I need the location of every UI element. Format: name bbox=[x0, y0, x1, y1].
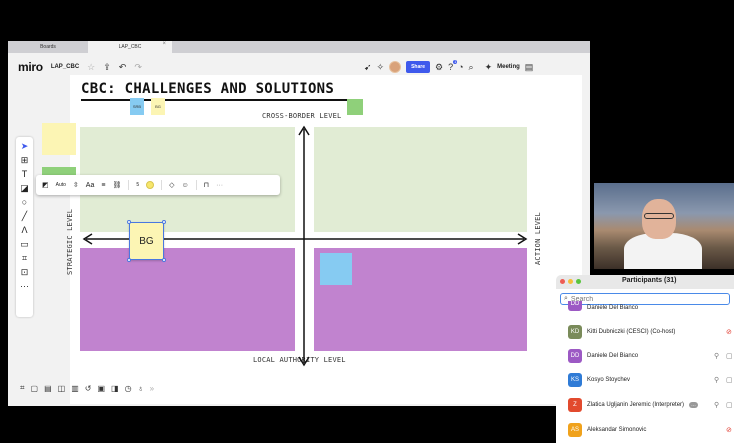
pen-icon[interactable]: Ʌ bbox=[19, 225, 31, 236]
upload-tool-icon[interactable]: ⊡ bbox=[19, 267, 31, 278]
participant-row[interactable]: Z Zlatica Ugljanin Jeremic (Interpreter)… bbox=[568, 396, 699, 414]
cards-icon[interactable]: ◫ bbox=[58, 384, 66, 393]
timer-icon[interactable]: ◷ bbox=[125, 384, 132, 393]
tag-icon[interactable]: ◇ bbox=[169, 181, 174, 189]
participant-name: Kosyo Stoychev bbox=[587, 377, 631, 383]
miro-app: miro LAP_CBC ☆ ⇪ ↶ ↷ ➹ ✧ Share ⚙ ? 1 ◔ ⌕ … bbox=[8, 53, 590, 406]
participant-name: Daniele Del Bianco bbox=[587, 353, 639, 359]
participant-name: Daniele Del Bianco bbox=[587, 305, 639, 311]
vote-icon[interactable]: ♁ bbox=[138, 384, 144, 393]
more-icon[interactable]: ··· bbox=[216, 182, 223, 189]
more-tools-icon[interactable]: ··· bbox=[19, 281, 31, 292]
mic-icon: ⚲ bbox=[714, 353, 720, 360]
align-icon[interactable]: ≡ bbox=[101, 182, 105, 189]
emoji-icon[interactable]: ☺ bbox=[182, 182, 189, 189]
color-picker[interactable] bbox=[146, 181, 155, 189]
activity-icon[interactable]: ↺ bbox=[85, 384, 92, 393]
expand-icon[interactable]: » bbox=[150, 384, 154, 393]
kanban-icon[interactable]: ▥ bbox=[71, 384, 79, 393]
templates-icon[interactable]: ⊞ bbox=[19, 155, 31, 166]
text-icon[interactable]: T bbox=[19, 169, 31, 180]
participant-row[interactable]: KD Kitti Dubniczki (CESCI) (Co-host) bbox=[568, 323, 675, 341]
participant-avatar: AS bbox=[568, 423, 582, 437]
participants-panel: Participants (31) ⌕ DD Daniele Del Bianc… bbox=[556, 275, 734, 443]
participant-row[interactable]: DD Daniele Del Bianco bbox=[568, 347, 638, 365]
sticky-note-icon[interactable]: ◪ bbox=[19, 183, 31, 194]
maximize-window-button[interactable] bbox=[576, 279, 581, 284]
tab-boards[interactable]: Boards bbox=[8, 41, 88, 53]
participant-avatar: KD bbox=[568, 325, 582, 339]
size-mode[interactable]: Auto bbox=[56, 182, 66, 188]
select-cursor-icon[interactable]: ➤ bbox=[19, 141, 31, 152]
interpreter-tag: … bbox=[689, 402, 699, 408]
participant-row[interactable]: DD Daniele Del Bianco bbox=[568, 301, 638, 311]
comment-icon[interactable]: ▭ bbox=[19, 239, 31, 250]
quadrant-axes bbox=[82, 125, 528, 367]
sticky-text: BG bbox=[139, 235, 154, 247]
browser-tab-bar: Boards LAP_CBC × bbox=[8, 41, 590, 53]
context-toolbar: ◩ Auto ⇳ Aa ≡ ⛓ 5 ◇ ☺ ⊓ ··· bbox=[36, 175, 280, 195]
resize-handle[interactable] bbox=[162, 220, 166, 224]
video-off-icon: ▢ bbox=[726, 353, 733, 360]
font-size[interactable]: 5 bbox=[136, 182, 139, 188]
participant-name: Aleksandar Simonovic bbox=[587, 427, 647, 433]
video-icon[interactable]: ◨ bbox=[111, 384, 119, 393]
sticky-type-icon[interactable]: ◩ bbox=[42, 181, 49, 189]
divider bbox=[161, 180, 163, 190]
frames-icon[interactable]: ⌗ bbox=[20, 383, 25, 393]
minimize-window-button[interactable] bbox=[568, 279, 573, 284]
video-off-icon: ▢ bbox=[726, 377, 733, 384]
font-button[interactable]: Aa bbox=[86, 182, 95, 189]
line-icon[interactable]: ╱ bbox=[19, 211, 31, 222]
participant-row[interactable]: AS Aleksandar Simonovic bbox=[568, 421, 646, 439]
frame-icon[interactable]: ⌗ bbox=[19, 253, 31, 264]
chat-icon[interactable]: ▢ bbox=[31, 384, 39, 393]
divider bbox=[195, 180, 197, 190]
bottom-toolbar: ⌗ ▢ ▤ ◫ ▥ ↺ ▣ ◨ ◷ ♁ » bbox=[16, 379, 188, 397]
shape-icon[interactable]: ○ bbox=[19, 197, 31, 208]
speaker-head bbox=[642, 199, 676, 239]
resize-handle[interactable] bbox=[162, 258, 166, 262]
participant-row[interactable]: KS Kosyo Stoychev bbox=[568, 371, 630, 389]
resize-handle[interactable] bbox=[127, 258, 131, 262]
sticky-note-bg-selected[interactable]: BG bbox=[127, 220, 166, 262]
mic-icon: ⚲ bbox=[714, 377, 720, 384]
tab-label: LAP_CBC bbox=[118, 44, 142, 50]
tab-label: Boards bbox=[40, 44, 56, 50]
participant-avatar: Z bbox=[568, 398, 582, 412]
participant-avatar: DD bbox=[568, 301, 582, 311]
muted-mic-icon: ⊘ bbox=[726, 427, 732, 434]
stepper-icon[interactable]: ⇳ bbox=[73, 181, 79, 189]
resize-handle[interactable] bbox=[127, 220, 131, 224]
link-icon[interactable]: ⛓ bbox=[112, 181, 121, 189]
participant-avatar: DD bbox=[568, 349, 582, 363]
participant-avatar: KS bbox=[568, 373, 582, 387]
participants-header: Participants (31) bbox=[556, 275, 734, 289]
participant-name: Zlatica Ugljanin Jeremic (Interpreter) bbox=[587, 402, 685, 408]
notes-icon[interactable]: ▤ bbox=[44, 384, 52, 393]
left-toolbar: ➤ ⊞ T ◪ ○ ╱ Ʌ ▭ ⌗ ⊡ ··· bbox=[16, 137, 33, 317]
speaker-glasses bbox=[644, 213, 674, 219]
video-off-icon: ▢ bbox=[726, 402, 733, 409]
participants-title: Participants (31) bbox=[622, 277, 677, 284]
mic-icon: ⚲ bbox=[714, 402, 720, 409]
tab-lap-cbc[interactable]: LAP_CBC × bbox=[88, 41, 172, 53]
tab-close-icon[interactable]: × bbox=[162, 41, 166, 47]
participant-name: Kitti Dubniczki (CESCI) (Co-host) bbox=[587, 329, 676, 335]
lock-icon[interactable]: ⊓ bbox=[204, 181, 209, 189]
screen-icon[interactable]: ▣ bbox=[97, 384, 105, 393]
close-window-button[interactable] bbox=[560, 279, 565, 284]
video-tile bbox=[594, 183, 734, 269]
muted-mic-icon: ⊘ bbox=[726, 329, 732, 336]
divider bbox=[128, 180, 130, 190]
